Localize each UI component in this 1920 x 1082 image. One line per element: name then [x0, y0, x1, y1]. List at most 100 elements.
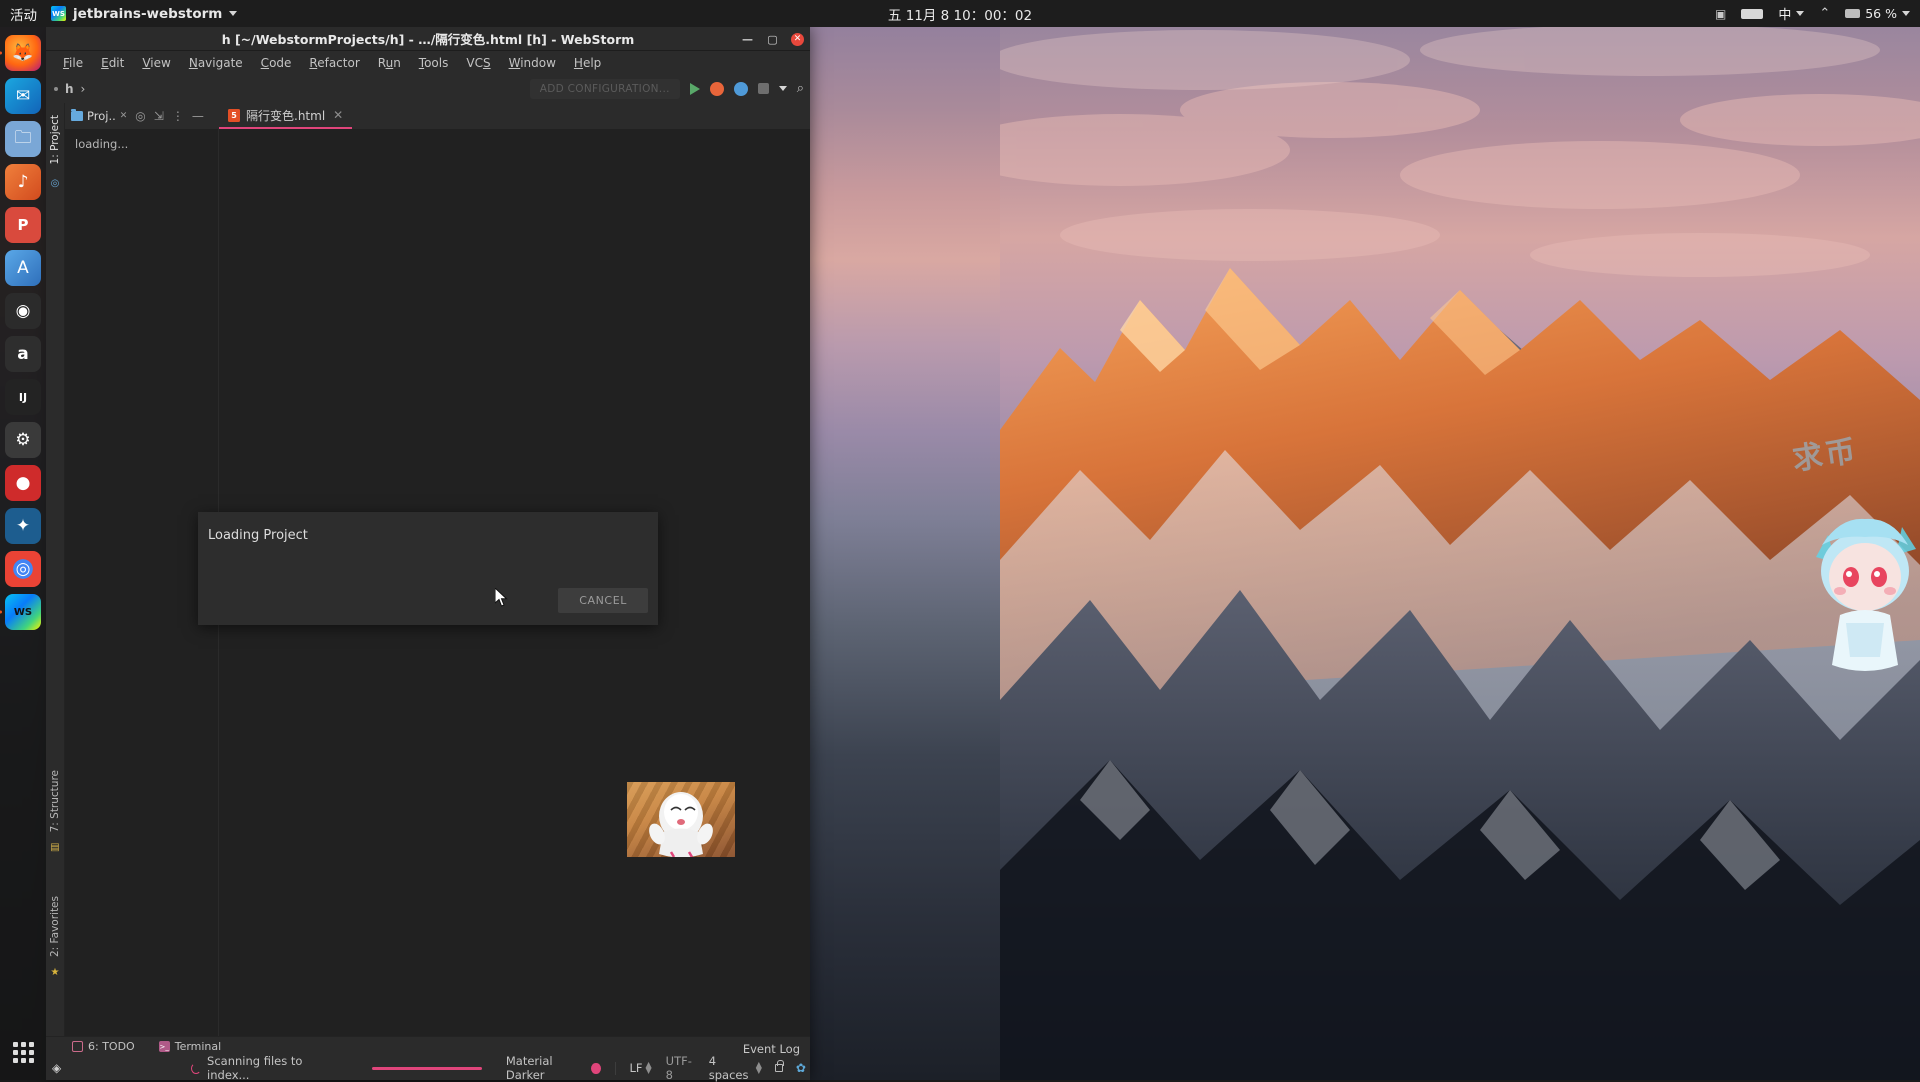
database-icon[interactable]: ◎: [51, 178, 60, 189]
locate-icon[interactable]: ◎: [135, 109, 145, 123]
navigation-bar: h › ADD CONFIGURATION... ⌕: [46, 74, 810, 103]
wifi-icon[interactable]: ⌃: [1819, 6, 1830, 21]
chevron-down-icon: [229, 11, 237, 16]
battery-status[interactable]: 56 %: [1845, 6, 1910, 21]
theme-color-dot[interactable]: [591, 1063, 601, 1074]
layers-icon[interactable]: ◈: [52, 1061, 61, 1075]
dock-intellij[interactable]: IJ: [5, 379, 41, 415]
tool-todo[interactable]: 6: TODO: [72, 1040, 135, 1053]
stop-icon[interactable]: [758, 83, 769, 94]
dock-impress[interactable]: P: [5, 207, 41, 243]
activities-button[interactable]: 活动: [0, 4, 51, 24]
window-controls: — ▢ ✕: [741, 27, 804, 51]
run-coverage-icon[interactable]: [734, 82, 748, 96]
options-icon[interactable]: ⋮: [172, 109, 184, 123]
battery-percent-label: 56 %: [1865, 6, 1897, 21]
menu-run[interactable]: Run: [370, 54, 409, 72]
input-method-indicator[interactable]: 中: [1778, 4, 1804, 23]
menu-view[interactable]: View: [134, 54, 178, 72]
menu-vcs[interactable]: VCS: [458, 54, 498, 72]
theme-label[interactable]: Material Darker: [506, 1054, 583, 1082]
run-toolbar: ADD CONFIGURATION... ⌕: [530, 79, 804, 99]
battery-wide-icon[interactable]: [1741, 9, 1763, 19]
loading-project-dialog: Loading Project CANCEL: [198, 512, 658, 625]
todo-icon: [72, 1041, 83, 1052]
dock-files[interactable]: 🗀: [5, 121, 41, 157]
clock[interactable]: 五 11月 8 10：00：02: [888, 4, 1032, 24]
chevron-down-icon: [1796, 11, 1804, 16]
menu-help[interactable]: Help: [566, 54, 609, 72]
editor-tab-html[interactable]: 5 隔行变色.html ✕: [219, 103, 352, 129]
breadcrumb-project[interactable]: h: [65, 82, 74, 96]
close-icon[interactable]: ✕: [791, 33, 804, 46]
dock-vscode[interactable]: ✦: [5, 508, 41, 544]
tool-terminal[interactable]: >_ Terminal: [159, 1040, 222, 1053]
event-log-link[interactable]: Event Log: [743, 1042, 800, 1056]
debug-icon[interactable]: [710, 82, 724, 96]
menu-window[interactable]: Window: [501, 54, 564, 72]
hide-icon[interactable]: —: [192, 109, 204, 123]
project-tree[interactable]: loading...: [65, 129, 218, 1036]
sidebar-tab-project[interactable]: 1: Project: [49, 111, 61, 168]
battery-icon: [1845, 9, 1860, 18]
collapse-all-icon[interactable]: ⇲: [154, 109, 164, 123]
stepper-icon[interactable]: ▲▼: [756, 1062, 762, 1074]
indent-label[interactable]: 4 spaces: [709, 1054, 753, 1082]
close-icon[interactable]: ✕: [120, 111, 128, 121]
menu-file[interactable]: File: [55, 54, 91, 72]
sidebar-tab-structure[interactable]: 7: Structure: [49, 766, 61, 836]
chevron-down-icon: [1902, 11, 1910, 16]
menu-refactor[interactable]: Refactor: [301, 54, 367, 72]
dialog-buttons: CANCEL: [558, 588, 648, 613]
screencast-icon[interactable]: ▣: [1715, 7, 1726, 21]
add-configuration-button[interactable]: ADD CONFIGURATION...: [530, 79, 680, 99]
gear-icon[interactable]: ✿: [796, 1061, 806, 1075]
wallpaper-watermark: 求币: [1789, 426, 1860, 479]
dock-amazon[interactable]: a: [5, 336, 41, 372]
lock-icon[interactable]: [775, 1064, 783, 1072]
menu-edit[interactable]: Edit: [93, 54, 132, 72]
editor-tabbar: 5 隔行变色.html ✕: [219, 103, 810, 129]
breadcrumb-separator: ›: [81, 82, 86, 96]
dock-thunderbird[interactable]: ✉: [5, 78, 41, 114]
menubar: File Edit View Navigate Code Refactor Ru…: [46, 51, 810, 74]
loading-spinner-icon: [191, 1063, 201, 1074]
active-app-indicator[interactable]: WS jetbrains-webstorm: [51, 6, 237, 22]
run-icon[interactable]: [690, 83, 700, 95]
dock-rhythmbox[interactable]: ♪: [5, 164, 41, 200]
line-separator-label[interactable]: LF: [629, 1061, 642, 1075]
show-applications-button[interactable]: [5, 1034, 41, 1070]
dock-chrome[interactable]: ◎: [5, 551, 41, 587]
dock-webstorm[interactable]: WS: [5, 594, 41, 630]
menu-code[interactable]: Code: [253, 54, 300, 72]
breadcrumb[interactable]: h ›: [54, 82, 85, 96]
bottom-tool-window-bar: 6: TODO >_ Terminal: [46, 1036, 810, 1056]
project-tab[interactable]: Proj.. ✕: [71, 109, 127, 123]
minimize-icon[interactable]: —: [741, 33, 754, 46]
editor-tab-label: 隔行变色.html: [246, 107, 325, 124]
project-tab-label: Proj..: [87, 109, 116, 123]
sidebar-tab-favorites[interactable]: 2: Favorites: [49, 892, 61, 961]
project-panel: Proj.. ✕ ◎ ⇲ ⋮ — loading...: [65, 103, 219, 1036]
dock-firefox[interactable]: 🦊: [5, 35, 41, 71]
dock-help[interactable]: ◉: [5, 293, 41, 329]
chevron-down-icon[interactable]: [779, 86, 787, 91]
webstorm-icon: WS: [51, 6, 66, 21]
structure-icon: ▤: [50, 842, 59, 853]
stepper-icon[interactable]: ▲▼: [646, 1062, 652, 1074]
dock-settings[interactable]: ⚙: [5, 422, 41, 458]
folder-icon: [71, 111, 83, 121]
encoding-label[interactable]: UTF-8: [666, 1054, 695, 1082]
window-titlebar[interactable]: h [~/WebstormProjects/h] - …/隔行变色.html […: [46, 27, 810, 51]
dock-software[interactable]: A: [5, 250, 41, 286]
dock-record[interactable]: ●: [5, 465, 41, 501]
cancel-button[interactable]: CANCEL: [558, 588, 648, 613]
close-icon[interactable]: ✕: [333, 108, 343, 122]
system-tray: ▣ 中 ⌃ 56 %: [1715, 4, 1910, 23]
search-everywhere-icon[interactable]: ⌕: [797, 81, 804, 96]
window-preview-thumbnail[interactable]: [627, 782, 735, 857]
scanning-status-label: Scanning files to index...: [207, 1054, 330, 1082]
maximize-icon[interactable]: ▢: [766, 33, 779, 46]
menu-navigate[interactable]: Navigate: [181, 54, 251, 72]
menu-tools[interactable]: Tools: [411, 54, 457, 72]
